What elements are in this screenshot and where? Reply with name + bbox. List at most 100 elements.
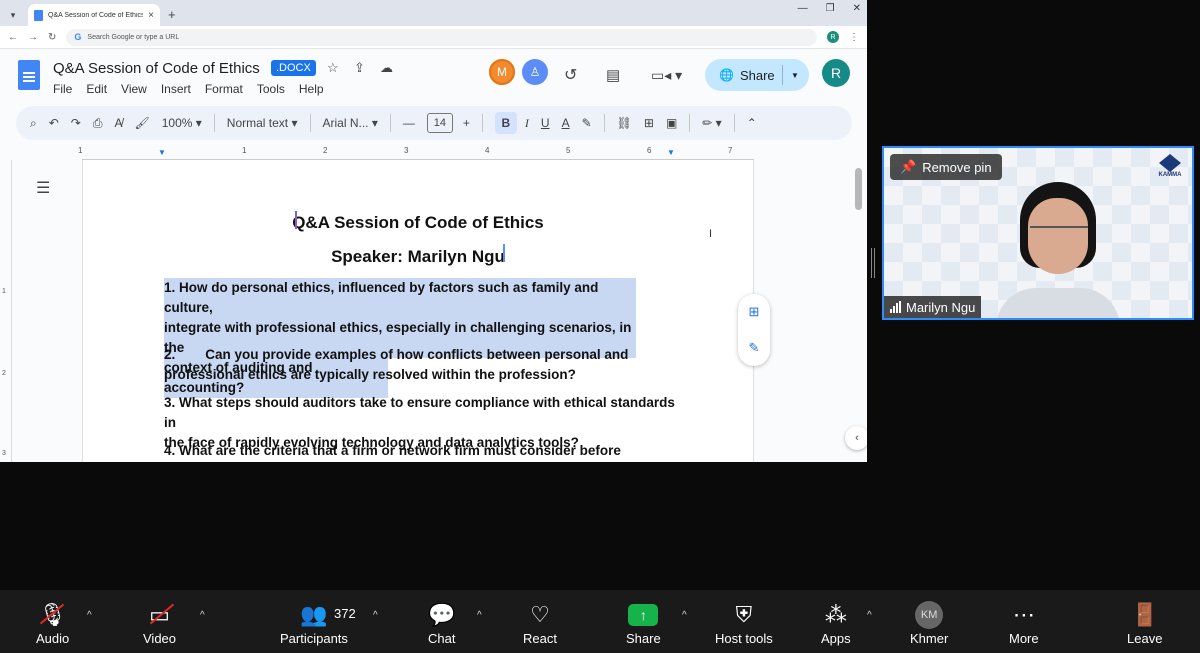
browser-tab[interactable]: Q&A Session of Code of Ethics × xyxy=(28,4,160,26)
share-options-icon[interactable]: ^ xyxy=(682,610,687,621)
leave-label: Leave xyxy=(1127,631,1163,646)
doc-title[interactable]: Q&A Session of Code of Ethics xyxy=(53,60,260,77)
font-size-input[interactable]: 14 xyxy=(426,113,453,133)
comments-icon[interactable]: ▤ xyxy=(606,59,620,91)
search-menus-icon[interactable]: ⌕ xyxy=(30,116,37,131)
share-screen-button[interactable]: ↑ Share xyxy=(626,600,661,646)
question-line: professional ethics are typically resolv… xyxy=(164,367,576,382)
address-bar: ← → ↻ G Search Google or type a URL R ⋮ xyxy=(0,26,867,49)
side-panel-toggle-icon[interactable]: ‹ xyxy=(845,426,867,450)
split-divider[interactable] xyxy=(871,248,875,278)
underline-button[interactable]: U xyxy=(541,116,550,130)
user-avatar[interactable]: R xyxy=(822,59,850,87)
style-select[interactable]: Normal text ▾ xyxy=(227,116,298,130)
audio-options-icon[interactable]: ^ xyxy=(87,610,92,621)
menu-insert[interactable]: Insert xyxy=(161,82,191,96)
share-button[interactable]: 🌐 Share ▼ xyxy=(705,59,809,91)
paint-format-icon[interactable]: 🖌 xyxy=(134,116,149,130)
undo-icon[interactable]: ↶ xyxy=(49,116,59,130)
video-tile[interactable]: KAMMA 📌 Remove pin Marilyn Ngu xyxy=(882,146,1194,320)
close-window-icon[interactable]: ✕ xyxy=(853,3,861,14)
language-button[interactable]: KM Khmer xyxy=(910,600,948,646)
left-indent-marker[interactable]: ▼ xyxy=(158,148,166,157)
menu-view[interactable]: View xyxy=(121,82,147,96)
participant-name: Marilyn Ngu xyxy=(906,299,976,315)
collaborator-avatar[interactable]: M xyxy=(489,59,515,85)
menu-help[interactable]: Help xyxy=(299,82,324,96)
minimize-icon[interactable]: — xyxy=(798,3,808,14)
heart-icon: ♡ xyxy=(530,602,550,627)
new-tab-icon[interactable]: + xyxy=(168,7,176,22)
style-value: Normal text xyxy=(226,116,289,130)
redo-icon[interactable]: ↷ xyxy=(71,116,81,130)
link-icon[interactable]: ⛓ xyxy=(617,116,632,130)
pin-icon: 📌 xyxy=(900,159,917,174)
document-page[interactable]: Q&A Session of Code of Ethics Speaker: M… xyxy=(82,160,754,462)
react-label: React xyxy=(523,631,557,646)
react-button[interactable]: ♡ React xyxy=(523,600,557,646)
tab-search-icon[interactable]: ▾ xyxy=(4,4,22,26)
text-color-button[interactable]: A xyxy=(562,116,570,130)
video-button[interactable]: ▭ Video xyxy=(143,600,176,646)
video-label: Video xyxy=(143,631,177,646)
meeting-controls-bar: 🎙 Audio ^ ▭ Video ^ 👥 Participants 372 ^… xyxy=(0,590,1200,653)
profile-avatar[interactable]: R xyxy=(827,31,839,43)
suggest-edit-icon[interactable]: ✎ xyxy=(749,340,760,356)
increase-font-icon[interactable]: + xyxy=(463,116,470,130)
shared-screen: ▾ Q&A Session of Code of Ethics × + — ❐ … xyxy=(0,0,867,462)
spellcheck-icon[interactable]: A̸ xyxy=(114,116,122,130)
chat-button[interactable]: 💬 Chat xyxy=(428,600,455,646)
omnibox[interactable]: G Search Google or type a URL xyxy=(66,28,817,46)
anonymous-user-icon[interactable]: ♙ xyxy=(522,59,548,85)
apps-button[interactable]: ⁂ Apps xyxy=(821,600,851,646)
meet-icon[interactable]: ▭◂ ▾ xyxy=(651,59,682,91)
add-comment-icon[interactable]: ⊞ xyxy=(644,116,654,130)
formatting-toolbar: ⌕ ↶ ↷ ⎙ A̸ 🖌 100% ▾ Normal text ▾ Arial … xyxy=(16,106,852,140)
tab-close-icon[interactable]: × xyxy=(148,10,154,21)
apps-options-icon[interactable]: ^ xyxy=(867,610,872,621)
omnibox-placeholder: Search Google or type a URL xyxy=(87,33,180,41)
menu-edit[interactable]: Edit xyxy=(86,82,107,96)
font-select[interactable]: Arial N... ▾ xyxy=(323,116,378,130)
print-icon[interactable]: ⎙ xyxy=(93,116,103,131)
share-dropdown-icon[interactable]: ▼ xyxy=(791,71,799,80)
reload-icon[interactable]: ↻ xyxy=(48,32,56,43)
menu-format[interactable]: Format xyxy=(205,82,243,96)
browser-menu-icon[interactable]: ⋮ xyxy=(849,32,859,43)
zoom-select[interactable]: 100% ▾ xyxy=(162,116,202,130)
back-icon[interactable]: ← xyxy=(8,32,18,43)
leave-button[interactable]: 🚪 Leave xyxy=(1127,600,1162,646)
forward-icon[interactable]: → xyxy=(28,32,38,43)
scrollbar-thumb[interactable] xyxy=(855,168,862,210)
restore-icon[interactable]: ❐ xyxy=(826,3,835,14)
audio-button[interactable]: 🎙 Audio xyxy=(36,600,69,646)
right-indent-marker[interactable]: ▼ xyxy=(667,148,675,157)
move-icon[interactable]: ⇪ xyxy=(354,60,365,76)
bold-button[interactable]: B xyxy=(494,112,517,134)
document-outline-icon[interactable]: ☰ xyxy=(36,178,50,198)
decrease-font-icon[interactable]: — xyxy=(403,116,415,130)
participants-options-icon[interactable]: ^ xyxy=(373,610,378,621)
ruler-tick: 1 xyxy=(78,146,83,155)
document-heading: Q&A Session of Code of Ethics xyxy=(292,213,544,232)
menu-file[interactable]: File xyxy=(53,82,72,96)
muted-microphone-icon: 🎙 xyxy=(39,600,67,630)
menu-tools[interactable]: Tools xyxy=(257,82,285,96)
star-icon[interactable]: ☆ xyxy=(327,60,339,76)
version-history-icon[interactable]: ↺ xyxy=(564,59,577,91)
video-options-icon[interactable]: ^ xyxy=(200,610,205,621)
collapse-toolbar-icon[interactable]: ⌃ xyxy=(747,116,757,130)
docs-logo-icon[interactable] xyxy=(18,60,40,90)
editing-mode-icon[interactable]: ✏ ▾ xyxy=(702,116,721,130)
highlight-icon[interactable]: ✎ xyxy=(582,116,592,130)
zoom-meeting-window: ▾ Q&A Session of Code of Ethics × + — ❐ … xyxy=(0,0,1200,653)
share-label: Share xyxy=(739,67,775,83)
more-button[interactable]: ⋯ More xyxy=(1009,600,1039,646)
insert-image-icon[interactable]: ▣ xyxy=(666,116,677,130)
remove-pin-button[interactable]: 📌 Remove pin xyxy=(890,154,1002,180)
add-comment-float-icon[interactable]: ⊞ xyxy=(749,304,760,320)
italic-button[interactable]: I xyxy=(525,116,529,131)
host-tools-button[interactable]: ⛨ Host tools xyxy=(715,600,773,646)
chat-options-icon[interactable]: ^ xyxy=(477,610,482,621)
apps-icon: ⁂ xyxy=(824,602,847,627)
